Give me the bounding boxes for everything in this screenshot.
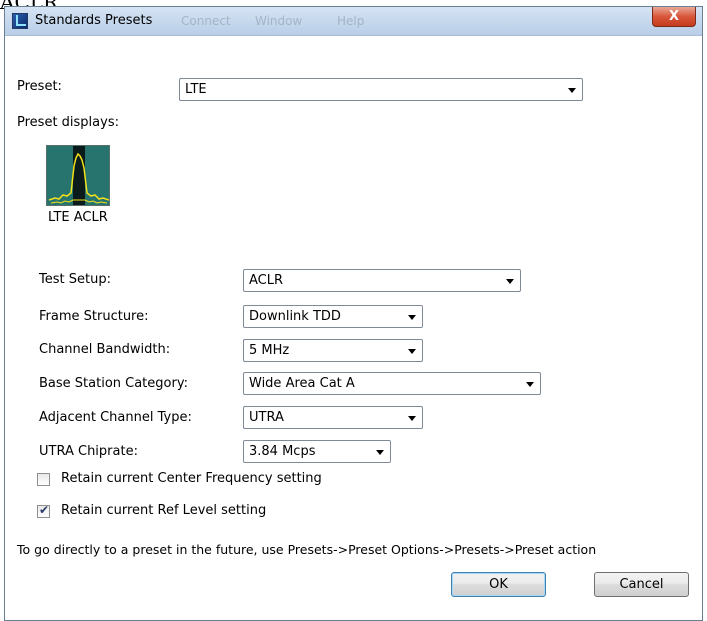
adjacent-channel-type-label: Adjacent Channel Type: <box>39 410 192 425</box>
retain-ref-level-checkbox[interactable]: ✔ <box>37 503 50 518</box>
ok-button[interactable]: OK <box>451 572 546 597</box>
close-button[interactable]: X <box>652 7 696 27</box>
ghost-menu-window: Window <box>255 14 303 28</box>
standards-presets-dialog: Standards Presets Connect Window Help X … <box>4 6 703 621</box>
base-station-category-value: Wide Area Cat A <box>249 376 355 391</box>
adjacent-channel-type-value: UTRA <box>249 410 284 425</box>
preset-value: LTE <box>185 82 207 97</box>
chevron-down-icon <box>408 416 416 421</box>
retain-ref-level-label: Retain current Ref Level setting <box>61 503 267 518</box>
test-setup-label: Test Setup: <box>39 272 111 287</box>
spectrum-icon <box>48 146 109 205</box>
utra-chiprate-dropdown[interactable]: 3.84 Mcps <box>243 440 391 463</box>
preset-displays-label: Preset displays: <box>17 115 119 130</box>
frame-structure-dropdown[interactable]: Downlink TDD <box>243 305 423 328</box>
base-station-category-label: Base Station Category: <box>39 376 188 391</box>
chevron-down-icon <box>568 88 576 93</box>
channel-bandwidth-label: Channel Bandwidth: <box>39 342 171 357</box>
lte-aclr-display-tile[interactable] <box>46 145 110 206</box>
preset-label: Preset: <box>17 79 62 94</box>
ghost-menu-help: Help <box>337 14 365 28</box>
base-station-category-dropdown[interactable]: Wide Area Cat A <box>243 372 541 395</box>
test-setup-value: ACLR <box>249 273 284 288</box>
ghost-menu-connect: Connect <box>181 14 231 28</box>
channel-bandwidth-dropdown[interactable]: 5 MHz <box>243 339 423 362</box>
frame-structure-label: Frame Structure: <box>39 309 149 324</box>
hint-text: To go directly to a preset in the future… <box>17 542 597 557</box>
chevron-down-icon <box>376 450 384 455</box>
app-icon <box>12 13 28 29</box>
adjacent-channel-type-dropdown[interactable]: UTRA <box>243 406 423 429</box>
retain-center-frequency-label: Retain current Center Frequency setting <box>61 471 322 486</box>
preset-dropdown[interactable]: LTE <box>179 78 583 101</box>
dialog-title: Standards Presets <box>35 13 153 28</box>
retain-center-frequency-checkbox[interactable] <box>37 473 50 486</box>
chevron-down-icon <box>408 349 416 354</box>
chevron-down-icon <box>526 382 534 387</box>
test-setup-dropdown[interactable]: ACLR <box>243 269 521 292</box>
tile-label: LTE ACLR <box>48 210 108 225</box>
checkmark-icon: ✔ <box>39 503 50 517</box>
chevron-down-icon <box>408 315 416 320</box>
channel-bandwidth-value: 5 MHz <box>249 343 290 358</box>
chevron-down-icon <box>506 279 514 284</box>
utra-chiprate-value: 3.84 Mcps <box>249 444 316 459</box>
cancel-button[interactable]: Cancel <box>594 572 689 597</box>
utra-chiprate-label: UTRA Chiprate: <box>39 444 138 459</box>
frame-structure-value: Downlink TDD <box>249 309 341 324</box>
title-bar[interactable]: Standards Presets Connect Window Help X <box>5 7 702 36</box>
